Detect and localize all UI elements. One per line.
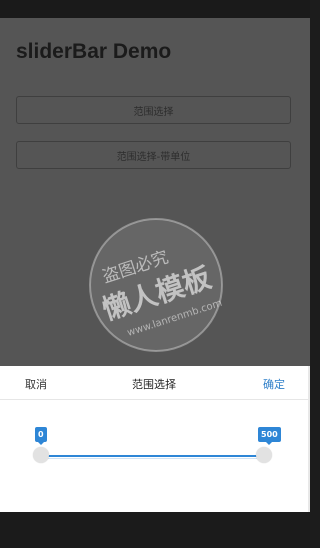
sheet-title: 范围选择 — [132, 378, 176, 391]
slider-track[interactable] — [41, 455, 264, 457]
range-select-unit-button[interactable]: 范围选择-带单位 — [16, 141, 291, 169]
max-value-badge: 500 — [258, 427, 281, 445]
watermark-logo: 盗图必究 懒人模板 www.lanrenmb.com — [89, 218, 224, 352]
max-handle[interactable] — [256, 447, 272, 463]
status-bar — [0, 0, 310, 18]
range-select-button[interactable]: 范围选择 — [16, 96, 291, 124]
sheet-header: 取消 范围选择 确定 — [0, 366, 308, 400]
page-title: sliderBar Demo — [16, 40, 172, 63]
min-value-badge: 0 — [35, 427, 47, 445]
range-slider: 0 500 — [0, 399, 308, 512]
page-overlay: sliderBar Demo 范围选择 范围选择-带单位 盗图必究 懒人模板 w… — [0, 18, 310, 366]
bottom-sheet: 取消 范围选择 确定 0 500 — [0, 366, 310, 512]
system-nav-bar — [0, 512, 310, 548]
min-handle[interactable] — [33, 447, 49, 463]
confirm-button[interactable]: 确定 — [263, 376, 285, 392]
slider-track-underline — [41, 458, 264, 459]
